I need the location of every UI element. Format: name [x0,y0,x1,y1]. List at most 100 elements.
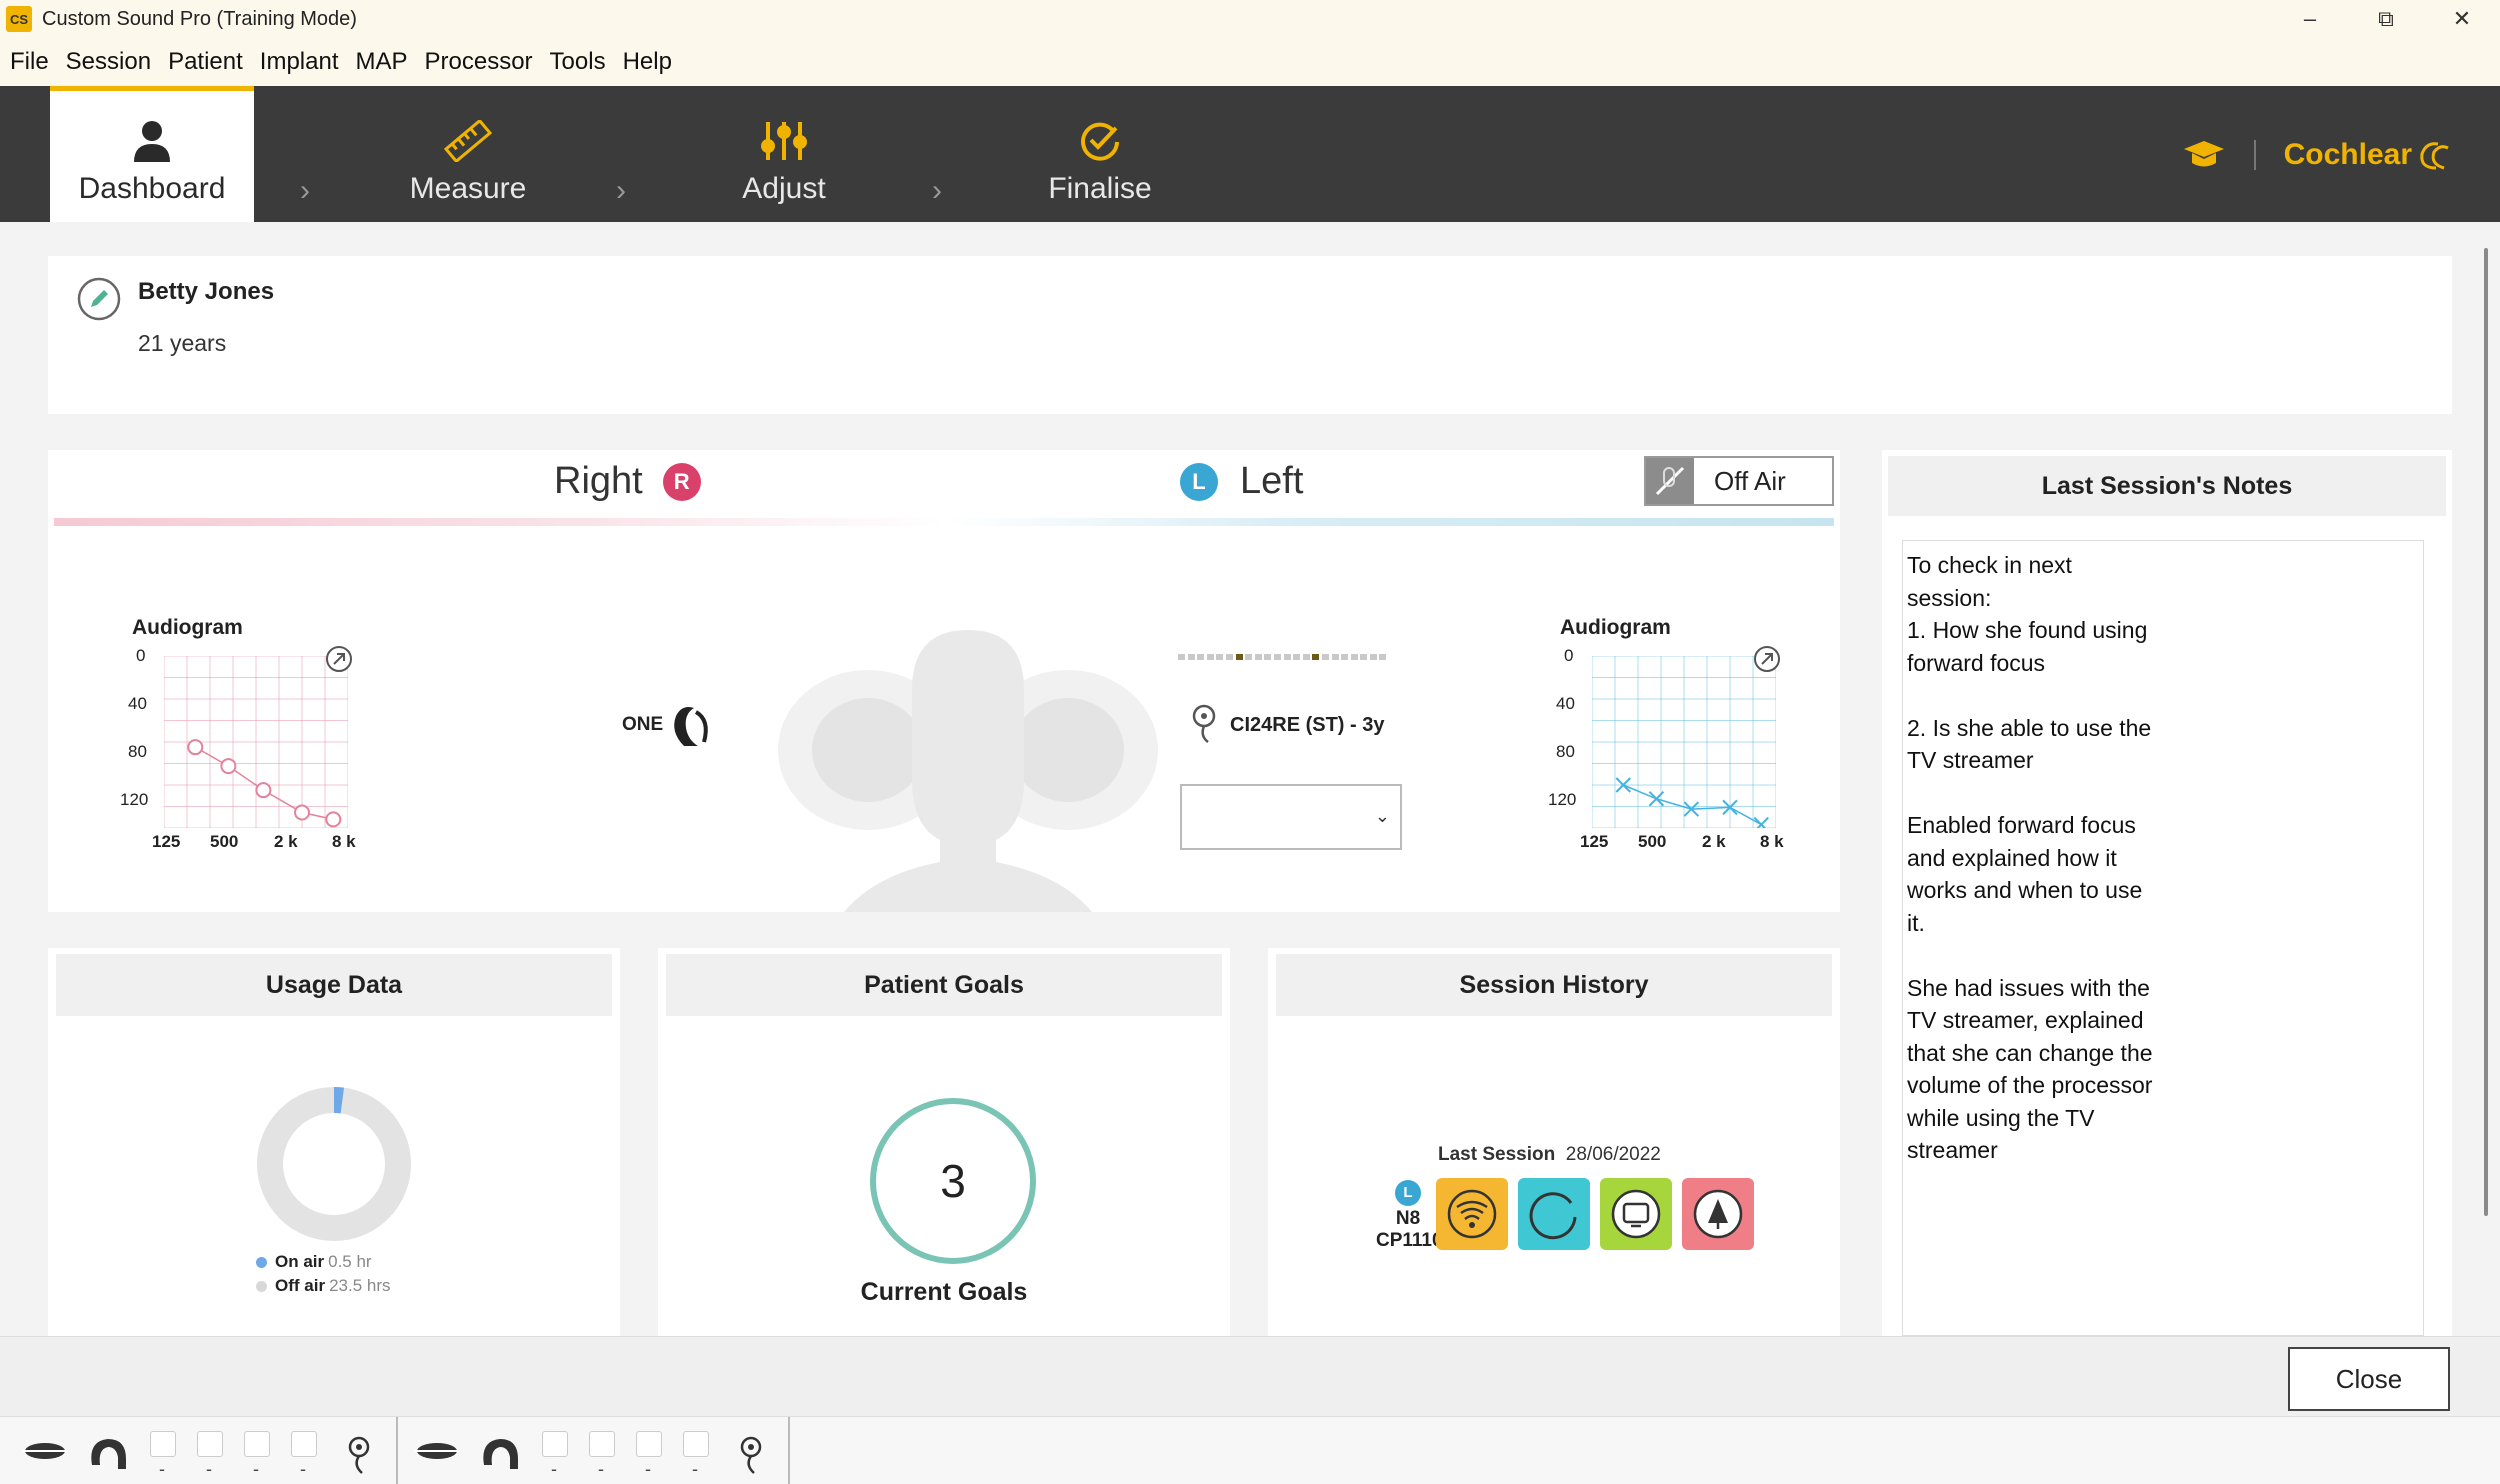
electrode [1331,654,1339,660]
menu-patient[interactable]: Patient [168,48,243,76]
close-button[interactable]: Close [2288,1347,2450,1411]
electrode [1293,654,1301,660]
minimize-button[interactable]: – [2272,0,2348,38]
electrode [1254,654,1262,660]
ruler-icon [444,120,492,162]
close-window-button[interactable]: ✕ [2424,0,2500,38]
menu-help[interactable]: Help [623,48,672,76]
acoustic-component-icon[interactable] [412,1435,462,1470]
left-map-dropdown[interactable]: ⌄ [1180,784,1402,850]
right-ear-label: Right [554,460,643,502]
app-icon: CS [6,6,32,32]
electrode [1312,654,1320,660]
on-air-value: 0.5 hr [328,1252,372,1271]
program-slot[interactable] [636,1431,662,1457]
left-y-tick: 80 [1556,742,1575,761]
maximize-button[interactable]: ⧉ [2348,0,2424,38]
off-air-button[interactable]: Off Air [1644,456,1834,506]
session-history-card[interactable]: Session History Last Session 28/06/2022 … [1268,948,1840,1336]
tab-dashboard[interactable]: Dashboard [50,86,254,222]
program-slot-value: - [206,1459,212,1479]
last-session-label: Last Session 28/06/2022 [1438,1144,1661,1165]
left-x-tick: 2 k [1702,832,1726,851]
usage-data-card[interactable]: Usage Data On air 0.5 hr Off air 23.5 hr… [48,948,620,1336]
notes-text[interactable]: To check in next session: 1. How she fou… [1902,540,2424,1336]
menu-implant[interactable]: Implant [260,48,339,76]
implant-coil-icon[interactable] [344,1435,374,1480]
electrode [1302,654,1310,660]
cochlear-logo-mark-icon [2420,142,2449,170]
chevron-right-icon: › [300,174,310,207]
acoustic-component-icon[interactable] [20,1435,70,1470]
tab-dashboard-label: Dashboard [78,172,226,205]
audiogram-point [187,739,204,756]
graduation-cap-icon[interactable] [2182,139,2226,171]
processor-model: N8 [1395,1208,1421,1229]
window-title: Custom Sound Pro (Training Mode) [42,7,357,30]
menu-map[interactable]: MAP [355,48,407,76]
electrode [1245,654,1253,660]
menu-file[interactable]: File [10,48,49,76]
menu-processor[interactable]: Processor [425,48,533,76]
usage-data-title: Usage Data [56,954,612,1016]
notes-title: Last Session's Notes [1888,456,2446,516]
left-ear-badge: L [1395,1180,1421,1206]
menu-session[interactable]: Session [66,48,151,76]
electrode [1273,654,1281,660]
program-slot[interactable] [244,1431,270,1457]
right-x-tick: 2 k [274,832,298,851]
sound-processor-icon[interactable] [668,702,714,750]
program-slot[interactable] [291,1431,317,1457]
electrode [1369,654,1377,660]
expand-audiogram-icon[interactable] [324,644,354,674]
tv-streamer-icon[interactable] [1600,1178,1672,1250]
tab-adjust[interactable]: Adjust [696,86,872,222]
action-bar: Close [0,1336,2500,1416]
program-slot[interactable] [589,1431,615,1457]
ears-panel: Right R L Left Off Air Audiogram 0 40 80… [48,450,1840,912]
check-circle-icon [1081,122,1119,161]
vertical-scrollbar[interactable] [2484,248,2488,1216]
electrode [1206,654,1214,660]
right-y-tick: 0 [136,646,146,665]
menu-bar: File Session Patient Implant MAP Process… [0,38,2500,86]
menu-tools[interactable]: Tools [550,48,606,76]
tab-adjust-label: Adjust [742,172,826,205]
tab-finalise[interactable]: Finalise [1012,86,1188,222]
last-session-date: 28/06/2022 [1565,1144,1661,1165]
right-audiogram-title: Audiogram [132,616,243,639]
left-x-tick: 8 k [1760,832,1784,851]
electrode [1178,654,1185,660]
electrode [1341,654,1349,660]
program-slot[interactable] [542,1431,568,1457]
head-silhouette [778,630,1158,912]
expand-audiogram-icon[interactable] [1752,644,1782,674]
program-slot-value: - [645,1459,651,1479]
program-slot-value: - [692,1459,698,1479]
program-slot[interactable] [150,1431,176,1457]
edit-icon[interactable] [76,276,122,322]
chevron-right-icon: › [932,174,942,207]
program-slot-value: - [300,1459,306,1479]
patient-goals-card[interactable]: Patient Goals 3 Current Goals [658,948,1230,1336]
program-slot[interactable] [197,1431,223,1457]
forward-focus-icon[interactable] [1436,1178,1508,1250]
electrode [1379,654,1387,660]
tinnitus-icon[interactable] [1682,1178,1754,1250]
right-audiogram[interactable] [164,656,348,828]
tab-measure[interactable]: Measure [380,86,556,222]
left-audiogram[interactable] [1592,656,1776,828]
right-y-tick: 40 [128,694,147,713]
audiogram-line [1622,784,1762,826]
left-ear-label: Left [1240,460,1304,502]
left-y-tick: 40 [1556,694,1575,713]
sound-processor-icon[interactable] [478,1435,522,1476]
left-ear-header[interactable]: L Left [1180,460,1303,503]
program-slot[interactable] [683,1431,709,1457]
implant-coil-icon[interactable] [736,1435,766,1480]
scan-icon[interactable] [1518,1178,1590,1250]
electrode [1216,654,1224,660]
right-ear-header[interactable]: Right R [554,460,701,503]
sound-processor-icon[interactable] [86,1435,130,1476]
electrode [1264,654,1272,660]
